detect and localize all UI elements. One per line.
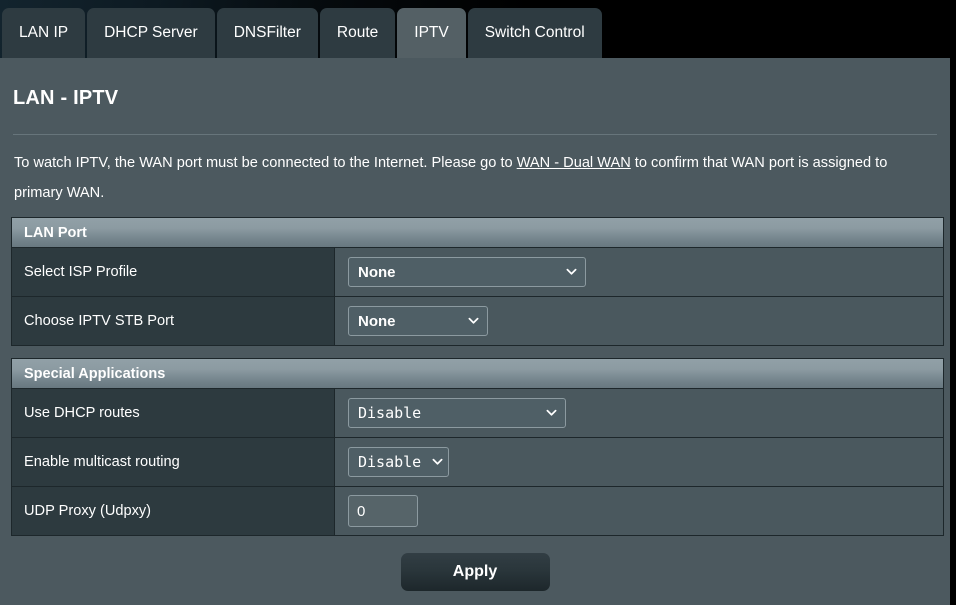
chevron-down-icon [468,315,479,326]
tab-lan-ip[interactable]: LAN IP [2,8,86,58]
tab-iptv[interactable]: IPTV [397,8,466,58]
select-enable-multicast-routing-value: Disable [358,453,422,471]
apply-button-container: Apply [0,553,950,591]
page-title: LAN - IPTV [13,87,119,109]
tab-switch-control[interactable]: Switch Control [467,8,602,58]
row-udp-proxy: UDP Proxy (Udpxy) [12,487,943,535]
chevron-down-icon [432,456,443,467]
tab-list: LAN IP DHCP Server DNSFilter Route IPTV … [2,8,602,58]
section-header-lan-port: LAN Port [12,218,943,248]
label-choose-iptv-stb-port: Choose IPTV STB Port [12,297,335,345]
tab-dnsfilter[interactable]: DNSFilter [216,8,318,58]
tab-label: DNSFilter [233,24,301,42]
label-enable-multicast-routing: Enable multicast routing [12,438,335,486]
wan-dual-wan-link[interactable]: WAN - Dual WAN [517,155,631,171]
value-select-isp-profile: None [335,248,943,296]
tab-dhcp-server[interactable]: DHCP Server [87,8,215,58]
select-iptv-stb-port[interactable]: None [348,306,488,336]
chevron-down-icon [566,266,577,277]
select-use-dhcp-routes[interactable]: Disable [348,398,566,428]
lan-port-section: LAN Port Select ISP Profile None Choose … [11,217,944,346]
tab-label: Switch Control [484,24,585,42]
value-use-dhcp-routes: Disable [335,389,943,437]
content-panel: LAN - IPTV To watch IPTV, the WAN port m… [0,58,950,605]
value-udp-proxy [335,487,943,535]
select-isp-profile-value: None [358,263,396,281]
page-description: To watch IPTV, the WAN port must be conn… [14,148,922,208]
tab-label: IPTV [414,24,449,42]
special-applications-section: Special Applications Use DHCP routes Dis… [11,358,944,536]
select-iptv-stb-port-value: None [358,312,396,330]
tab-label: LAN IP [19,24,69,42]
row-select-isp-profile: Select ISP Profile None [12,248,943,297]
select-enable-multicast-routing[interactable]: Disable [348,447,449,477]
description-text-before: To watch IPTV, the WAN port must be conn… [14,155,517,171]
label-use-dhcp-routes: Use DHCP routes [12,389,335,437]
value-choose-iptv-stb-port: None [335,297,943,345]
value-enable-multicast-routing: Disable [335,438,943,486]
router-admin-page: LAN IP DHCP Server DNSFilter Route IPTV … [0,0,956,605]
row-choose-iptv-stb-port: Choose IPTV STB Port None [12,297,943,345]
title-divider [13,134,937,135]
row-use-dhcp-routes: Use DHCP routes Disable [12,389,943,438]
row-enable-multicast-routing: Enable multicast routing Disable [12,438,943,487]
label-select-isp-profile: Select ISP Profile [12,248,335,296]
tab-route[interactable]: Route [319,8,396,58]
select-use-dhcp-routes-value: Disable [358,404,422,422]
udp-proxy-input[interactable] [348,495,418,527]
section-header-special-applications: Special Applications [12,359,943,389]
chevron-down-icon [546,407,557,418]
label-udp-proxy: UDP Proxy (Udpxy) [12,487,335,535]
apply-button[interactable]: Apply [400,553,550,591]
tab-label: Route [336,24,379,42]
tab-strip: LAN IP DHCP Server DNSFilter Route IPTV … [0,0,956,58]
select-isp-profile[interactable]: None [348,257,586,287]
tab-label: DHCP Server [104,24,198,42]
